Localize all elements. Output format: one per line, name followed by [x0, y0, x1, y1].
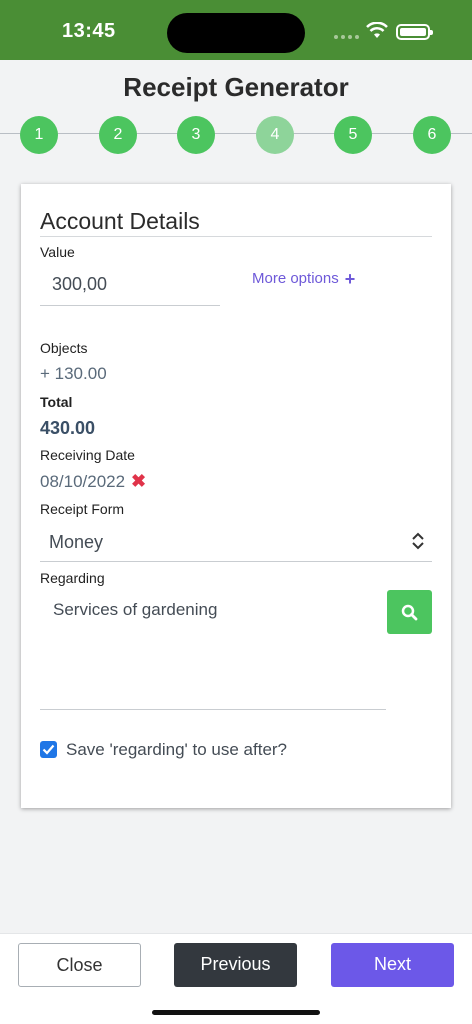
- status-time: 13:45: [62, 20, 116, 42]
- objects-value: + 130.00: [40, 364, 107, 383]
- bottom-action-bar: Close Previous Next: [0, 933, 472, 1024]
- stepper-line: [0, 133, 472, 134]
- search-icon: [401, 604, 418, 621]
- receipt-form-value: Money: [49, 532, 104, 552]
- chevron-up-down-icon: [412, 532, 424, 550]
- step-6[interactable]: 6: [413, 116, 451, 154]
- page-title: Receipt Generator: [123, 72, 349, 102]
- step-1[interactable]: 1: [20, 116, 58, 154]
- receipt-form-label: Receipt Form: [40, 501, 125, 517]
- receiving-date-label: Receiving Date: [40, 447, 135, 463]
- more-options-link[interactable]: More options +: [252, 268, 356, 289]
- cellular-signal-icon: [334, 35, 360, 39]
- step-5[interactable]: 5: [334, 116, 372, 154]
- status-bar: 13:45: [0, 0, 472, 60]
- step-4-current[interactable]: 4: [256, 116, 294, 154]
- total-value: 430.00: [40, 418, 96, 438]
- dynamic-island: [167, 13, 305, 53]
- close-button[interactable]: Close: [18, 943, 141, 987]
- step-indicator: 1 2 3 4 5 6: [0, 114, 472, 154]
- battery-icon: [396, 24, 433, 40]
- title-divider: [40, 236, 432, 237]
- regarding-textarea[interactable]: Services of gardening: [40, 588, 386, 710]
- step-2[interactable]: 2: [99, 116, 137, 154]
- total-label: Total: [40, 394, 73, 410]
- value-label: Value: [40, 244, 75, 260]
- save-regarding-label[interactable]: Save 'regarding' to use after?: [66, 740, 287, 760]
- step-3[interactable]: 3: [177, 116, 215, 154]
- previous-button[interactable]: Previous: [174, 943, 297, 987]
- regarding-label: Regarding: [40, 570, 105, 586]
- account-details-card: Account Details Value 300,00 More option…: [21, 184, 451, 808]
- plus-icon: +: [344, 268, 356, 289]
- clear-date-icon[interactable]: ✖: [131, 471, 146, 492]
- search-button[interactable]: [387, 590, 432, 634]
- next-button[interactable]: Next: [331, 943, 454, 987]
- more-options-label: More options: [252, 270, 339, 287]
- checkmark-icon: [42, 744, 55, 755]
- objects-label: Objects: [40, 340, 88, 356]
- receipt-form-select[interactable]: Money: [40, 522, 432, 562]
- home-indicator: [152, 1010, 320, 1015]
- value-input[interactable]: 300,00: [40, 268, 220, 306]
- save-regarding-checkbox[interactable]: [40, 741, 57, 758]
- receiving-date-value[interactable]: 08/10/2022: [40, 472, 125, 492]
- card-title: Account Details: [40, 208, 200, 234]
- wifi-icon: [366, 22, 388, 38]
